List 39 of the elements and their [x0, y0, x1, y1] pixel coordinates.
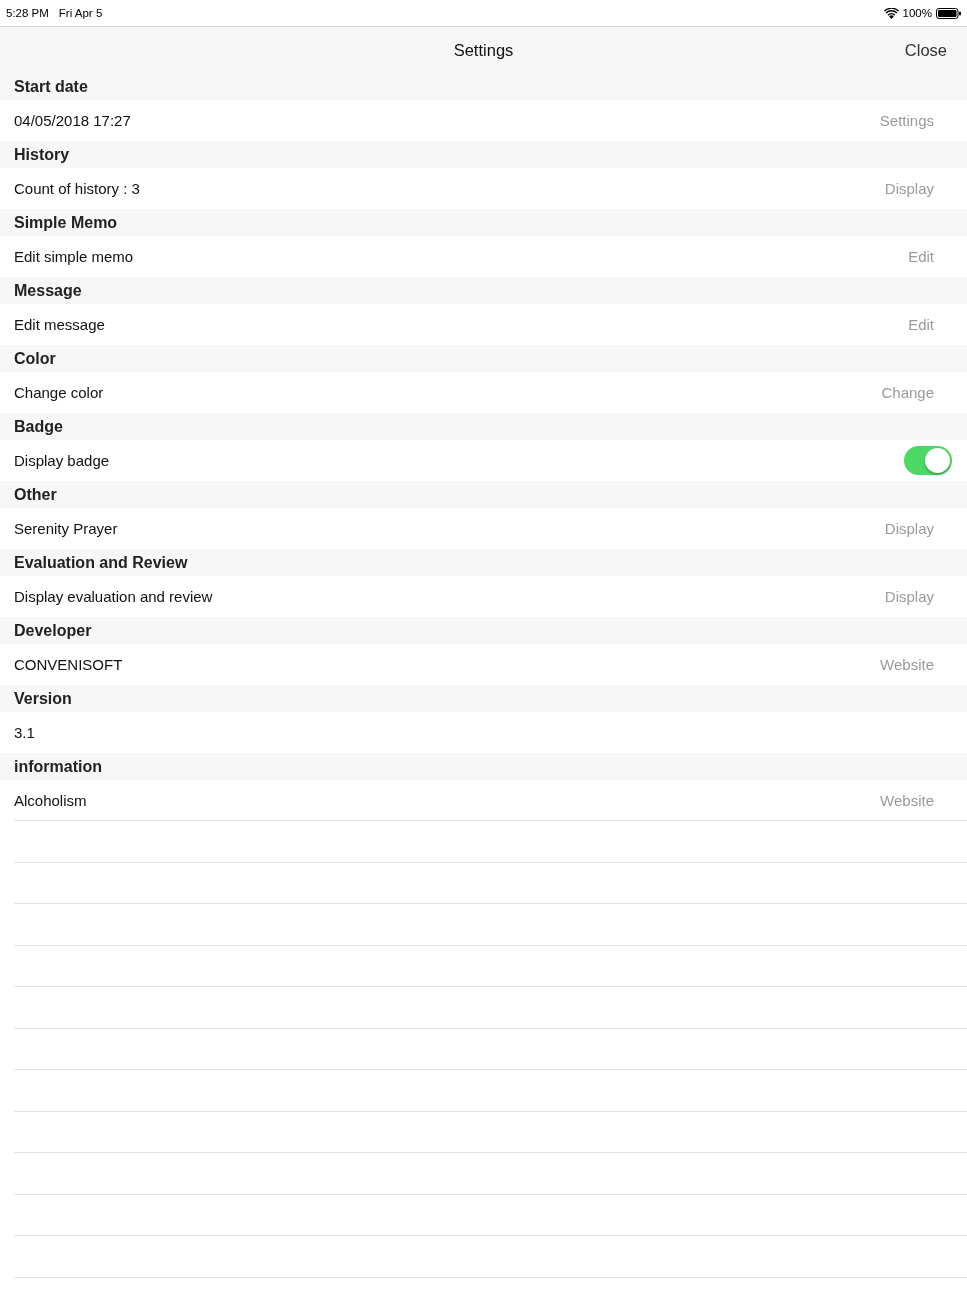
section-header: Simple Memo	[0, 209, 967, 236]
row-label: Count of history : 3	[14, 180, 140, 197]
status-date: Fri Apr 5	[58, 7, 103, 19]
section-header: History	[0, 141, 967, 168]
row-action-link[interactable]: Website	[880, 656, 934, 673]
wifi-icon	[883, 7, 899, 19]
row-label: Display badge	[14, 452, 110, 469]
row-action-link[interactable]: Edit	[908, 248, 934, 265]
status-time: 5:28 PM	[6, 7, 49, 19]
row-label: Edit message	[14, 316, 105, 333]
row-label: Display evaluation and review	[14, 588, 213, 605]
close-button[interactable]: Close	[902, 38, 949, 62]
row-action-link[interactable]: Website	[880, 791, 934, 809]
section-header: Color	[0, 345, 967, 372]
row-action-link[interactable]: Display	[884, 520, 934, 537]
section-header: Evaluation and Review	[0, 549, 967, 576]
row-label: Serenity Prayer	[14, 520, 118, 537]
battery-percent: 100%	[902, 7, 932, 19]
section-header: Badge	[0, 413, 967, 440]
row-label: Change color	[14, 384, 104, 401]
section-header: Version	[0, 685, 967, 712]
section-header: Start date	[0, 73, 967, 100]
row-action-link[interactable]: Display	[884, 588, 934, 605]
row-action-link[interactable]: Settings	[879, 112, 934, 129]
row-label: CONVENISOFT	[14, 656, 123, 673]
row-label: 3.1	[14, 724, 35, 741]
nav-title: Settings	[453, 40, 514, 60]
section-header: Message	[0, 277, 967, 304]
row-action-link[interactable]: Change	[881, 384, 934, 401]
section-header: information	[0, 753, 967, 780]
section-header: Other	[0, 481, 967, 508]
row-action-link[interactable]: Edit	[908, 316, 934, 333]
row-action-link[interactable]: Display	[884, 180, 934, 197]
row-label: Edit simple memo	[14, 248, 134, 265]
battery-icon	[936, 7, 961, 19]
row-label: Alcoholism	[14, 791, 87, 809]
row-label: 04/05/2018 17:27	[14, 112, 131, 129]
section-header: Developer	[0, 617, 967, 644]
toggle-switch[interactable]	[904, 446, 952, 475]
